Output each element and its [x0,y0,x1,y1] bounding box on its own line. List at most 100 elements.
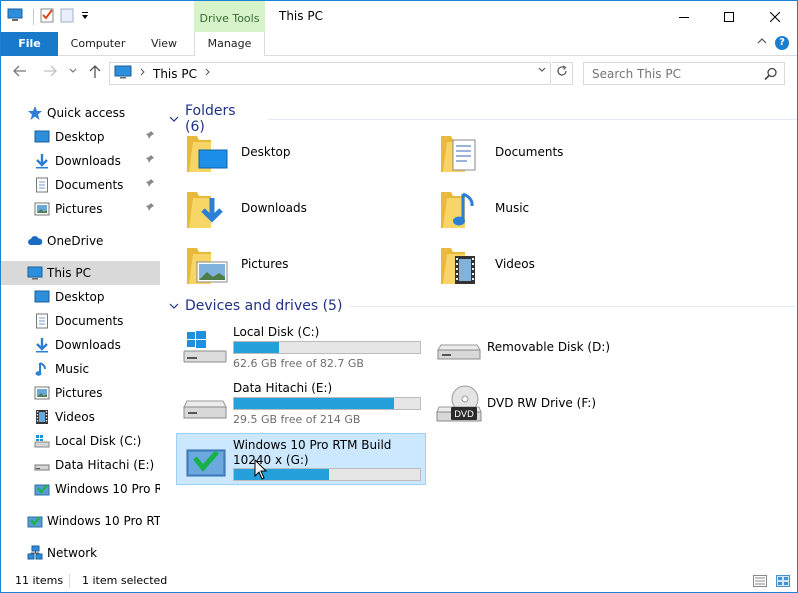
folder-videos[interactable]: Videos [437,240,677,292]
nav-label: Local Disk (C:) [55,434,142,448]
folder-downloads[interactable]: Downloads [183,184,423,236]
tab-file[interactable]: File [1,32,58,56]
drive-data-hitachi-e[interactable]: Data Hitachi (E:) 29.5 GB free of 214 GB [177,377,427,429]
drives-group-header[interactable]: Devices and drives (5) [169,298,796,314]
properties-icon[interactable] [40,7,54,26]
nav-this-pc[interactable]: This PC [1,261,160,285]
drive-dvd-rw-f[interactable]: DVD DVD RW Drive (F:) [431,377,681,429]
details-view-icon[interactable] [753,575,767,590]
refresh-icon [557,65,567,76]
recent-locations-button[interactable] [69,67,77,77]
arrow-right-icon [44,65,57,77]
folder-name: Downloads [241,201,307,215]
forward-button[interactable] [43,65,57,81]
drive-removable-d[interactable]: Removable Disk (D:) [431,321,681,373]
address-dropdown-icon[interactable] [538,66,546,76]
nav-pc-music[interactable]: Music [1,357,160,381]
drive-local-disk-c[interactable]: Local Disk (C:) 62.6 GB free of 82.7 GB [177,321,427,373]
group-title: Devices and drives (5) [185,298,343,314]
folder-pictures[interactable]: Pictures [183,240,423,292]
folder-name: Desktop [241,145,291,159]
folder-name: Pictures [241,257,289,271]
nav-quick-desktop[interactable]: Desktop [1,125,160,149]
nav-pc-local-disk-c[interactable]: Local Disk (C:) [1,429,160,453]
nav-pc-documents[interactable]: Documents [1,309,160,333]
drive-usage-fill [234,342,280,353]
folder-music[interactable]: Music [437,184,677,236]
nav-pc-downloads[interactable]: Downloads [1,333,160,357]
chevron-down-icon[interactable] [169,113,179,126]
nav-network[interactable]: Network [1,541,160,565]
nav-pc-pictures[interactable]: Pictures [1,381,160,405]
computer-icon[interactable] [7,8,23,25]
folder-desktop[interactable]: Desktop [183,128,423,180]
customize-qat-icon[interactable] [80,10,90,24]
nav-label: Quick access [47,106,126,120]
chevron-down-icon[interactable] [169,300,179,313]
back-button[interactable] [13,65,27,81]
breadcrumb-chevron-icon[interactable] [205,68,211,79]
star-icon [28,106,42,120]
windows-drive-icon [34,435,50,448]
folder-videos-icon [441,248,475,284]
tab-view[interactable]: View [141,32,187,56]
folder-documents[interactable]: Documents [437,128,677,180]
pin-icon[interactable] [145,130,155,143]
search-box[interactable] [583,62,785,85]
refresh-button[interactable] [552,62,573,85]
network-icon [27,545,43,560]
nav-label: Downloads [55,154,121,168]
status-selection: 1 item selected [82,574,168,587]
nav-onedrive[interactable]: OneDrive [1,229,160,253]
pin-icon[interactable] [145,178,155,191]
pin-icon[interactable] [145,202,155,215]
nav-pc-windows-g[interactable]: Windows 10 Pro RTI [1,477,160,501]
drive-windows-g[interactable]: Windows 10 Pro RTM Build 10240 x (G:) [176,433,426,485]
nav-usb-windows[interactable]: Windows 10 Pro RTM [1,509,160,533]
pin-icon[interactable] [145,154,155,167]
nav-quick-access[interactable]: Quick access [1,101,160,125]
tab-computer[interactable]: Computer [61,32,135,56]
nav-pc-desktop[interactable]: Desktop [1,285,160,309]
maximize-button[interactable] [706,1,752,32]
folder-name: Documents [495,145,564,159]
address-row: This PC [1,56,797,92]
hard-drive-icon [34,464,50,471]
removable-drive-icon [437,344,481,360]
close-icon [770,11,780,22]
large-icons-view-icon[interactable] [776,575,790,590]
ribbon-tabs: File Computer View Manage ? [1,32,797,57]
nav-label: Data Hitachi (E:) [55,458,155,472]
breadcrumb-chevron-icon[interactable] [140,68,146,79]
breadcrumb-this-pc[interactable]: This PC [153,67,197,81]
picture-icon [34,202,50,216]
document-icon [36,177,48,193]
nav-quick-documents[interactable]: Documents [1,173,160,197]
nav-quick-pictures[interactable]: Pictures [1,197,160,221]
up-button[interactable] [89,65,101,83]
arrow-left-icon [13,65,26,77]
new-folder-icon[interactable] [60,7,74,26]
download-arrow-icon [36,338,48,353]
minimize-button[interactable] [661,1,707,32]
install-drive-icon [34,484,50,496]
search-input[interactable] [584,66,754,81]
nav-pc-data-hitachi-e[interactable]: Data Hitachi (E:) [1,453,160,477]
this-pc-icon [27,266,43,280]
quick-access-toolbar [7,7,90,26]
nav-label: Pictures [55,386,103,400]
folder-name: Videos [495,257,535,271]
nav-pc-videos[interactable]: Videos [1,405,160,429]
hard-drive-icon [183,400,227,419]
tab-manage[interactable]: Manage [194,32,265,57]
document-icon [36,313,48,329]
address-bar[interactable]: This PC [109,62,551,85]
nav-quick-downloads[interactable]: Downloads [1,149,160,173]
search-icon[interactable] [764,67,778,84]
install-drive-icon [186,449,226,477]
nav-label: Documents [55,314,124,328]
close-button[interactable] [752,1,797,32]
nav-label: Desktop [55,290,105,304]
help-icon[interactable]: ? [775,36,789,50]
expand-ribbon-icon[interactable] [757,36,767,50]
